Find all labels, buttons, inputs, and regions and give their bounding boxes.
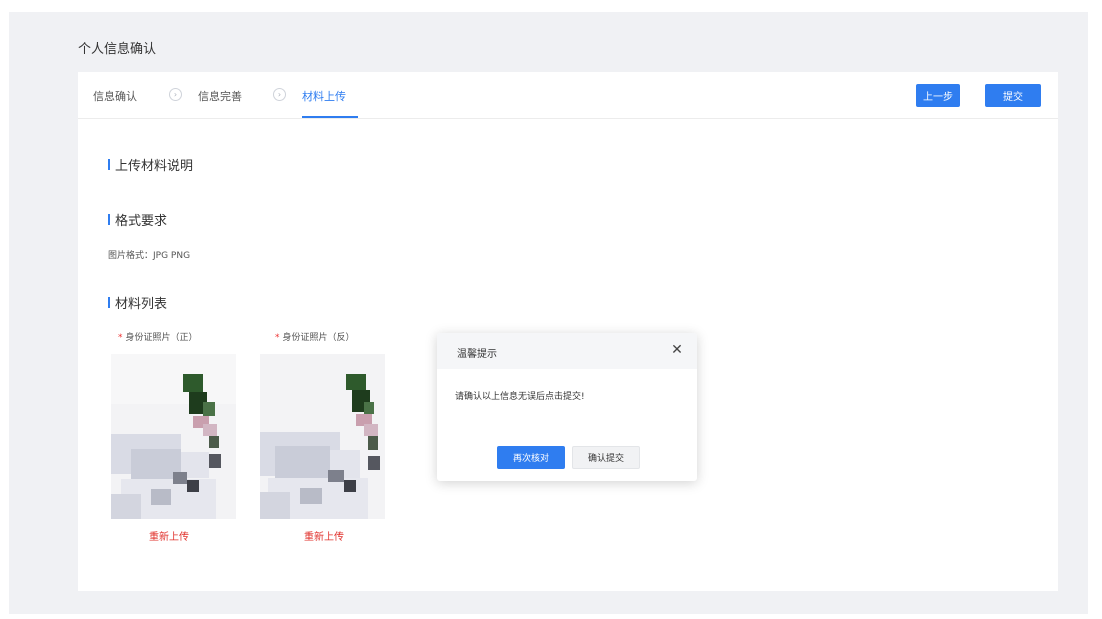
material-label-text: 身份证照片（正） [125,333,198,343]
step-material-upload[interactable]: 材料上传 [302,88,346,104]
active-step-indicator [302,116,358,118]
submit-button[interactable]: 提交 [985,84,1041,107]
reupload-back-link[interactable]: 重新上传 [304,528,344,543]
reupload-front-link[interactable]: 重新上传 [149,528,189,543]
confirm-dialog: 温馨提示 ✕ 请确认以上信息无误后点击提交! 再次核对 确认提交 [437,333,697,481]
material-label: * 身份证照片（正） [118,330,198,343]
section-upload-desc: 上传材料说明 [108,155,193,174]
dialog-title: 温馨提示 [457,349,497,360]
material-label: * 身份证照片（反） [275,330,355,343]
section-title: 材料列表 [115,297,168,312]
step-bar: 信息确认 › 信息完善 › 材料上传 上一步 提交 [78,72,1058,119]
section-format: 格式要求 [108,210,167,229]
close-icon[interactable]: ✕ [669,342,685,358]
confirm-submit-button[interactable]: 确认提交 [572,446,640,469]
id-card-front-image[interactable] [111,354,236,519]
step-info-confirm[interactable]: 信息确认 [93,88,137,104]
material-label-text: 身份证照片（反） [282,333,355,343]
content-card: 信息确认 › 信息完善 › 材料上传 上一步 提交 上传材料说明 格式要求 图片… [78,72,1058,591]
format-requirement: 图片格式：JPG PNG [108,251,191,261]
section-title: 格式要求 [115,214,168,229]
id-card-back-image[interactable] [260,354,385,519]
dialog-header: 温馨提示 ✕ [437,333,697,369]
section-bar [108,297,110,308]
section-materials: 材料列表 [108,293,167,312]
required-mark: * [275,333,280,343]
section-title: 上传材料说明 [115,159,194,174]
dialog-message: 请确认以上信息无误后点击提交! [455,392,585,402]
page-title: 个人信息确认 [78,42,157,57]
section-bar [108,159,110,170]
section-bar [108,214,110,225]
step-info-complete[interactable]: 信息完善 [198,88,242,104]
prev-step-button[interactable]: 上一步 [916,84,960,107]
required-mark: * [118,333,123,343]
chevron-right-circle-icon: › [273,88,286,101]
recheck-button[interactable]: 再次核对 [497,446,565,469]
chevron-right-circle-icon: › [169,88,182,101]
